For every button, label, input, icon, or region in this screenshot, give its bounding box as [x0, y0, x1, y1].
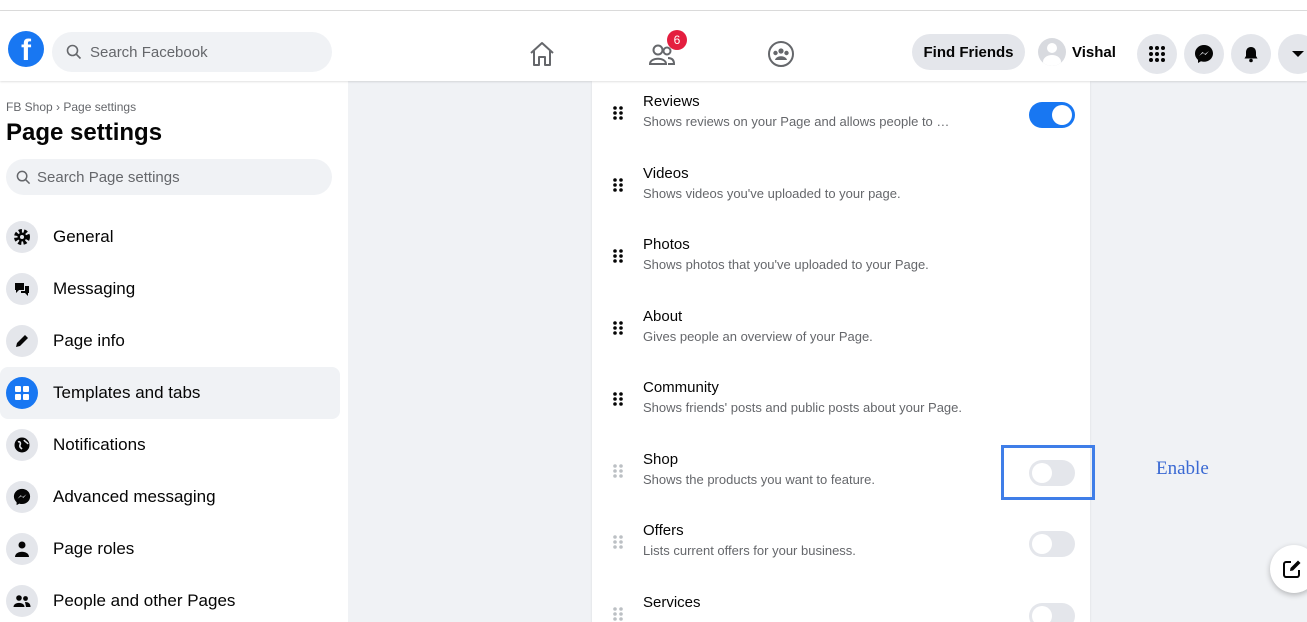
tab-row-videos[interactable]: Videos Shows videos you've uploaded to y…: [592, 159, 1090, 219]
shop-toggle-highlight-box: [1001, 445, 1095, 500]
tab-title: Shop: [643, 451, 679, 468]
profile-button[interactable]: Vishal: [1032, 34, 1124, 70]
drag-handle-icon[interactable]: [612, 463, 626, 479]
sidebar-item-advanced-messaging[interactable]: Advanced messaging: [0, 471, 340, 523]
drag-handle-icon[interactable]: [612, 177, 626, 193]
tab-description: Lists current offers for your business.: [643, 543, 856, 558]
breadcrumb[interactable]: FB Shop › Page settings: [6, 100, 136, 114]
sidebar-item-messaging[interactable]: Messaging: [0, 263, 340, 315]
page-title: Page settings: [6, 119, 163, 146]
sidebar-item-page-info[interactable]: Page info: [0, 315, 340, 367]
toggle-knob: [1032, 534, 1052, 554]
messenger-button[interactable]: [1184, 34, 1224, 74]
sidebar-item-notifications[interactable]: Notifications: [0, 419, 340, 471]
groups-icon[interactable]: [766, 39, 796, 69]
search-icon: [16, 170, 31, 184]
find-friends-button[interactable]: Find Friends: [912, 34, 1025, 70]
drag-handle-icon[interactable]: [612, 606, 626, 622]
services-toggle[interactable]: [1029, 603, 1075, 622]
pencil-icon: [6, 325, 38, 357]
sidebar-item-label: Page roles: [53, 539, 135, 558]
tab-description: Shows photos that you've uploaded to you…: [643, 257, 929, 272]
tab-row-offers[interactable]: Offers Lists current offers for your bus…: [592, 516, 1090, 576]
drag-handle-icon[interactable]: [612, 105, 626, 121]
tab-title: Reviews: [643, 93, 700, 110]
tab-title: Community: [643, 379, 719, 396]
tab-description: Gives people an overview of your Page.: [643, 329, 873, 344]
search-icon: [66, 44, 82, 60]
sidebar-item-templates-and-tabs[interactable]: Templates and tabs: [0, 367, 340, 419]
menu-button[interactable]: [1137, 34, 1177, 74]
tab-row-reviews[interactable]: Reviews Shows reviews on your Page and a…: [592, 87, 1090, 147]
people-icon: [6, 585, 38, 617]
tabs-panel: Reviews Shows reviews on your Page and a…: [592, 81, 1090, 622]
grid-menu-icon: [1149, 46, 1165, 62]
caret-down-icon: [1292, 51, 1304, 57]
top-navigation-bar: f 6 Find Friends Vishal: [0, 11, 1307, 81]
compose-icon: [1283, 560, 1301, 578]
toggle-knob: [1052, 105, 1072, 125]
tab-row-about[interactable]: About Gives people an overview of your P…: [592, 302, 1090, 362]
grid-icon: [6, 377, 38, 409]
messenger-icon: [1195, 45, 1213, 63]
search-input[interactable]: [90, 43, 310, 61]
sidebar-item-label: Notifications: [53, 435, 146, 454]
tab-row-services[interactable]: Services: [592, 588, 1090, 622]
person-icon: [6, 533, 38, 565]
tab-title: Videos: [643, 165, 689, 182]
sidebar-item-label: General: [53, 227, 114, 246]
tab-title: Photos: [643, 236, 690, 253]
notification-badge: 6: [667, 30, 687, 50]
messenger-icon: [6, 481, 38, 513]
enable-annotation: Enable: [1156, 458, 1209, 479]
tab-description: Shows the products you want to feature.: [643, 472, 875, 487]
page: f 6 Find Friends Vishal FB Shop › Page s…: [0, 0, 1307, 622]
facebook-logo-icon[interactable]: f: [8, 31, 44, 67]
home-icon[interactable]: [527, 39, 557, 69]
sidebar-item-label: Advanced messaging: [53, 487, 216, 506]
drag-handle-icon[interactable]: [612, 391, 626, 407]
account-button[interactable]: [1278, 34, 1307, 74]
drag-handle-icon[interactable]: [612, 248, 626, 264]
sidebar-item-general[interactable]: General: [0, 211, 340, 263]
profile-name: Vishal: [1072, 43, 1116, 61]
avatar: [1038, 38, 1066, 66]
drag-handle-icon[interactable]: [612, 534, 626, 550]
sidebar-item-page-roles[interactable]: Page roles: [0, 523, 340, 575]
tab-title: Offers: [643, 522, 684, 539]
offers-toggle[interactable]: [1029, 531, 1075, 557]
reviews-toggle[interactable]: [1029, 102, 1075, 128]
globe-icon: [6, 429, 38, 461]
search-box[interactable]: [52, 32, 332, 72]
bell-icon: [1244, 47, 1258, 63]
settings-menu: General Messaging Page info Templates an…: [0, 211, 348, 622]
tab-row-community[interactable]: Community Shows friends' posts and publi…: [592, 373, 1090, 433]
sidebar-item-label: Page info: [53, 331, 125, 350]
gear-icon: [6, 221, 38, 253]
sidebar-item-label: Messaging: [53, 279, 136, 298]
main-content: Reviews Shows reviews on your Page and a…: [348, 81, 1307, 622]
settings-search-input[interactable]: [37, 168, 327, 186]
toggle-knob: [1032, 606, 1052, 622]
sidebar-item-label: Templates and tabs: [53, 383, 201, 402]
settings-search-box[interactable]: [6, 159, 332, 195]
tab-row-photos[interactable]: Photos Shows photos that you've uploaded…: [592, 230, 1090, 290]
sidebar-item-people-and-other-pages[interactable]: People and other Pages: [0, 575, 340, 622]
settings-sidebar: FB Shop › Page settings Page settings Ge…: [0, 81, 348, 622]
tab-description: Shows friends' posts and public posts ab…: [643, 400, 963, 415]
chat-bubbles-icon: [6, 273, 38, 305]
sidebar-item-label: People and other Pages: [53, 591, 236, 610]
tab-description: Shows reviews on your Page and allows pe…: [643, 114, 950, 129]
drag-handle-icon[interactable]: [612, 320, 626, 336]
tab-description: Shows videos you've uploaded to your pag…: [643, 186, 901, 201]
tab-title: Services: [643, 594, 701, 611]
new-message-button[interactable]: [1270, 545, 1307, 593]
tab-title: About: [643, 308, 683, 325]
notifications-button[interactable]: [1231, 34, 1271, 74]
